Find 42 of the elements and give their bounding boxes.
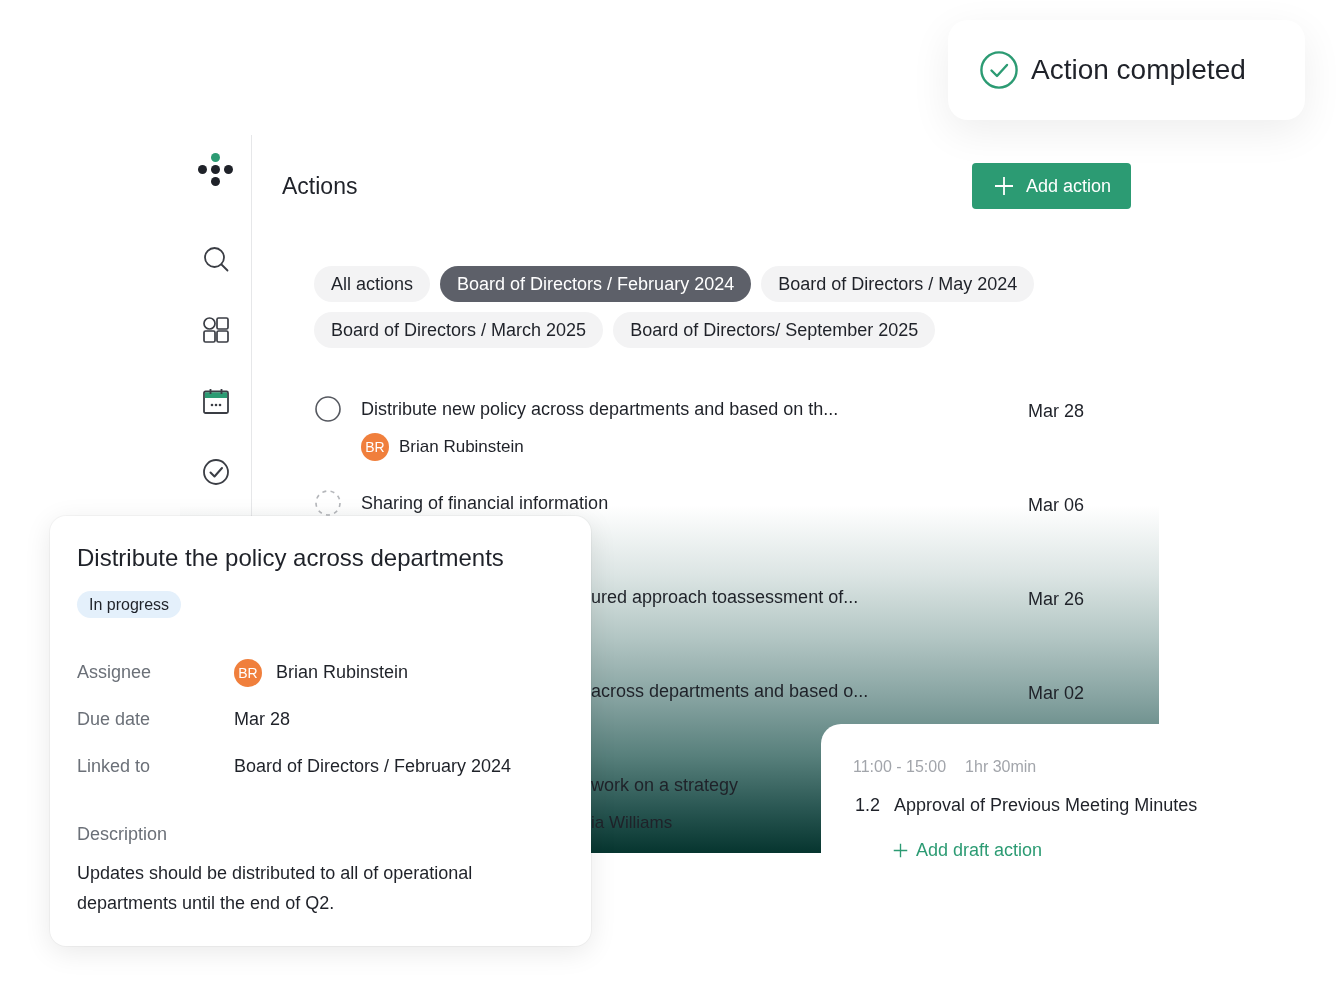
filter-chip[interactable]: Board of Directors / March 2025 <box>314 312 604 348</box>
agenda-title: Approval of Previous Meeting Minutes <box>894 794 1198 817</box>
time-range: 11:00 - 15:00 <box>853 757 947 777</box>
field-label: Linked to <box>77 756 151 777</box>
duration: 1hr 30min <box>965 757 1037 777</box>
due-date: Mar 26 <box>1028 588 1085 609</box>
avatar: BR <box>234 658 262 687</box>
plus-icon <box>893 842 908 858</box>
status-badge: In progress <box>77 591 182 618</box>
assignee-name: Brian Rubinstein <box>399 436 524 458</box>
due-date: Mar 06 <box>1028 494 1085 515</box>
calendar-icon[interactable] <box>202 388 229 414</box>
toast-message: Action completed <box>1031 54 1246 86</box>
description-text: Updates should be distributed to all of operational departments until the end of Q2. <box>77 862 474 915</box>
action-title[interactable]: across departments and based o... <box>591 679 869 703</box>
field-label: Due date <box>77 709 151 730</box>
field-label: Description <box>77 823 168 846</box>
field-label: Assignee <box>77 662 152 683</box>
due-date: Mar 02 <box>1028 682 1085 703</box>
grid-icon[interactable] <box>202 317 229 343</box>
filter-chip[interactable]: Board of Directors / May 2024 <box>761 266 1035 302</box>
avatar: BR <box>361 433 389 461</box>
add-draft-action-button[interactable]: Add draft action <box>893 838 1043 862</box>
field-value: Brian Rubinstein <box>276 662 409 683</box>
task-circle-icon[interactable] <box>315 396 341 422</box>
field-value: Mar 28 <box>234 709 291 730</box>
check-circle-icon <box>980 51 1018 89</box>
field-value: Board of Directors / February 2024 <box>234 756 512 777</box>
action-title[interactable]: ured approach toassessment of... <box>591 585 859 609</box>
filter-chip[interactable]: Board of Directors/ September 2025 <box>613 312 936 348</box>
page-title: Actions <box>282 172 358 201</box>
filter-chip[interactable]: All actions <box>314 266 431 302</box>
action-title[interactable]: Distribute new policy across departments and based on th... <box>361 397 839 421</box>
filter-chip[interactable]: Board of Directors / February 2024 <box>440 266 752 302</box>
search-icon[interactable] <box>202 246 229 272</box>
due-date: Mar 28 <box>1028 400 1085 421</box>
logo-icon <box>198 153 233 186</box>
check-circle-icon[interactable] <box>202 459 229 485</box>
action-title[interactable]: Sharing of financial information <box>361 491 609 515</box>
detail-title: Distribute the policy across departments <box>77 543 504 573</box>
agenda-number: 1.2 <box>855 794 881 817</box>
plus-icon <box>993 176 1014 196</box>
